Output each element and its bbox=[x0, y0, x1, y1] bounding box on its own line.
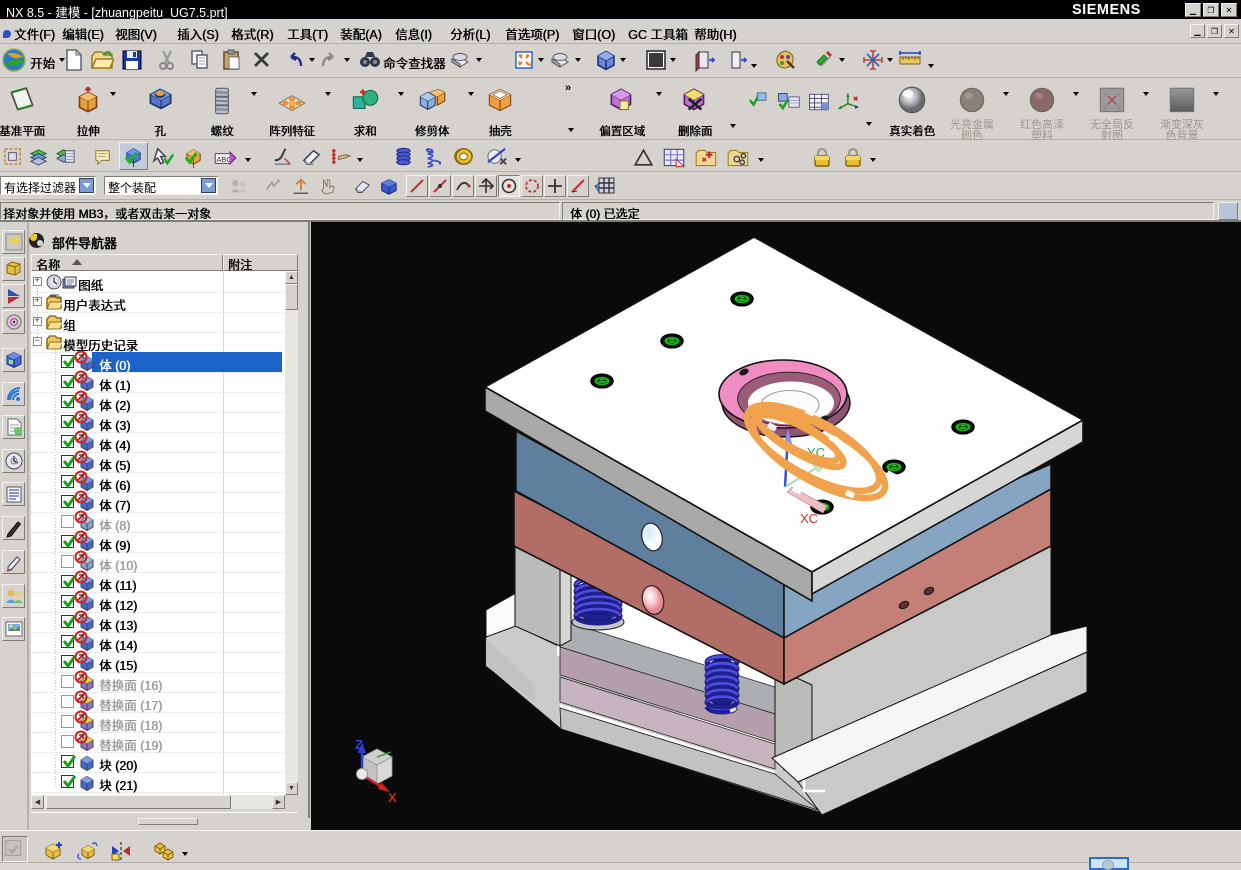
svg-text:XC: XC bbox=[800, 511, 818, 526]
svg-text:X: X bbox=[388, 790, 397, 805]
svg-text:Z: Z bbox=[355, 737, 363, 752]
